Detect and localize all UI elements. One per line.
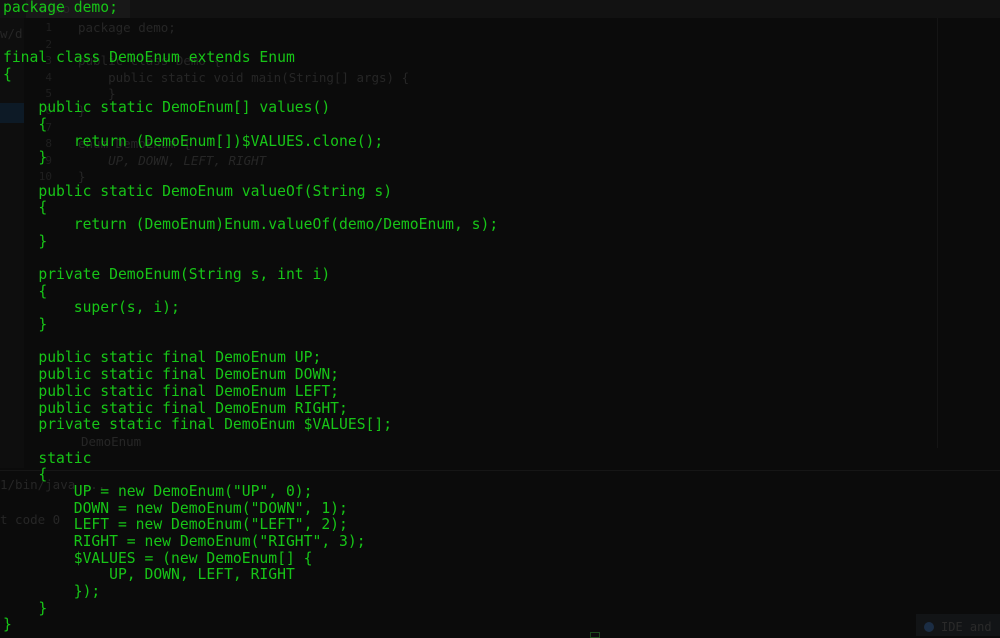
terminal-line: DOWN = new DemoEnum("DOWN", 1); xyxy=(3,499,348,517)
terminal-line: { xyxy=(3,199,48,217)
terminal-output: package demo; final class DemoEnum extend… xyxy=(3,0,498,634)
terminal-line: public static DemoEnum[] values() xyxy=(3,99,331,117)
terminal-line: final class DemoEnum extends Enum xyxy=(3,49,295,67)
terminal-line: return (DemoEnum[])$VALUES.clone(); xyxy=(3,132,384,150)
terminal-line: UP, DOWN, LEFT, RIGHT xyxy=(3,566,295,584)
terminal-line: } xyxy=(3,599,48,617)
terminal-line: private static final DemoEnum $VALUES[]; xyxy=(3,416,393,434)
terminal-line: return (DemoEnum)Enum.valueOf(demo/DemoE… xyxy=(3,215,499,233)
editor-divider xyxy=(937,18,938,448)
terminal-line: public static final DemoEnum UP; xyxy=(3,349,322,367)
terminal-line: public static final DemoEnum RIGHT; xyxy=(3,399,348,417)
terminal-line: } xyxy=(3,149,48,167)
notification-text: IDE and xyxy=(941,620,992,634)
terminal-line: { xyxy=(3,115,48,133)
terminal-line: } xyxy=(3,232,48,250)
terminal-line: private DemoEnum(String s, int i) xyxy=(3,266,331,283)
status-indicator xyxy=(590,632,600,638)
terminal-line: UP = new DemoEnum("UP", 0); xyxy=(3,482,313,500)
terminal-line: { xyxy=(3,282,48,300)
terminal-line: public static final DemoEnum LEFT; xyxy=(3,382,340,400)
terminal-line: } xyxy=(3,316,48,334)
terminal-line: super(s, i); xyxy=(3,299,180,317)
terminal-line: LEFT = new DemoEnum("LEFT", 2); xyxy=(3,516,348,534)
terminal-line: $VALUES = (new DemoEnum[] { xyxy=(3,549,313,567)
terminal-line: public static DemoEnum valueOf(String s) xyxy=(3,182,393,200)
terminal-line: } xyxy=(3,616,12,634)
terminal-line: { xyxy=(3,65,12,83)
terminal-line: public static final DemoEnum DOWN; xyxy=(3,366,340,384)
info-icon xyxy=(924,622,934,632)
terminal-line: package demo; xyxy=(3,0,118,16)
terminal-line: { xyxy=(3,466,48,484)
terminal-line: static xyxy=(3,449,92,467)
terminal-line: RIGHT = new DemoEnum("RIGHT", 3); xyxy=(3,533,366,550)
terminal-line: }); xyxy=(3,583,101,601)
